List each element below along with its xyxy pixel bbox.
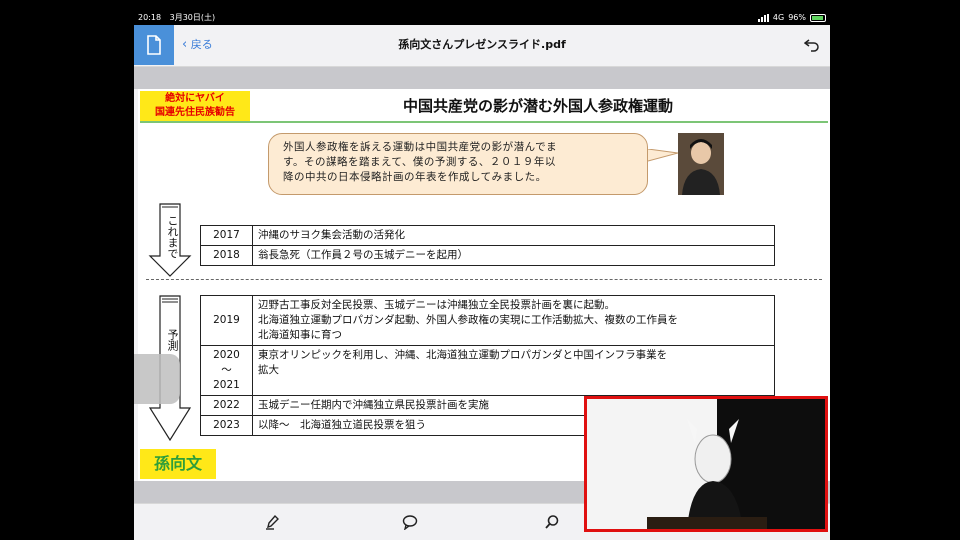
past-label: これまで — [166, 215, 179, 259]
back-button[interactable]: ‹ 戻る — [182, 25, 213, 65]
bubble-tail — [648, 149, 678, 162]
camera-overlay — [584, 396, 828, 532]
bubble-line-3: 降の中共の日本侵略計画の年表を作成してみました。 — [283, 171, 547, 183]
event-cell: 沖縄のサヨク集会活動の活発化 — [252, 225, 775, 246]
year-cell: 2019 — [200, 295, 253, 346]
badge-line-2: 国連先住民族勧告 — [155, 107, 235, 118]
past-timeline-table: 2017 沖縄のサヨク集会活動の活発化 2018 翁長急死（工作員２号の玉城デニ… — [200, 225, 775, 266]
bubble-line-2: す。その謀略を踏まえて、僕の予測する、２０１９年以 — [283, 156, 556, 168]
chevron-left-icon: ‹ — [182, 37, 188, 52]
table-row: 2019 辺野古工事反対全民投票、玉城デニーは沖縄独立全民投票計画を裏に起動。 … — [200, 295, 775, 346]
document-icon[interactable] — [134, 25, 174, 65]
battery-percent: 96% — [788, 13, 806, 22]
slide-title: 中国共産党の影が潜む外国人参政権運動 — [402, 97, 673, 115]
year-cell: 2017 — [200, 225, 253, 246]
forecast-label: 予測 — [166, 329, 179, 351]
status-bar: 20:18 3月30日(土) 4G 96% — [134, 11, 830, 25]
comment-icon[interactable] — [402, 514, 418, 534]
dotted-divider — [146, 279, 822, 280]
author-label: 孫向文 — [140, 449, 216, 479]
navigation-bar: ‹ 戻る 孫向文さんプレゼンスライド.pdf — [134, 25, 830, 67]
battery-icon — [810, 14, 826, 22]
table-row: 2018 翁長急死（工作員２号の玉城デニーを起用） — [200, 245, 775, 266]
title-divider — [140, 121, 828, 123]
year-line: 2020 — [213, 349, 240, 361]
event-line: 北海道独立運動プロパガンダ起動、外国人参政権の実現に工作活動拡大、複数の工作員を — [258, 314, 678, 326]
document-title: 孫向文さんプレゼンスライド.pdf — [398, 38, 566, 51]
back-label: 戻る — [190, 38, 213, 51]
network-label: 4G — [772, 13, 785, 22]
event-line: 東京オリンピックを利用し、沖縄、北海道独立運動プロパガンダと中国インフラ事業を — [258, 349, 668, 361]
search-icon[interactable] — [544, 514, 560, 534]
year-cell: 2020 ～ 2021 — [200, 345, 253, 396]
event-cell: 翁長急死（工作員２号の玉城デニーを起用） — [252, 245, 775, 266]
event-cell: 辺野古工事反対全民投票、玉城デニーは沖縄独立全民投票計画を裏に起動。 北海道独立… — [252, 295, 775, 346]
event-line: 北海道知事に育つ — [258, 329, 342, 341]
page-gutter-top — [134, 67, 830, 89]
presenter-video — [587, 399, 825, 529]
warning-badge: 絶対にヤバイ 国連先住民族勧告 — [140, 91, 250, 121]
bubble-line-1: 外国人参政権を訴える運動は中国共産党の影が潜んでま — [283, 141, 558, 153]
avatar — [678, 133, 724, 195]
event-line: 拡大 — [258, 364, 279, 376]
undo-icon[interactable] — [803, 37, 820, 56]
badge-line-1: 絶対にヤバイ — [165, 93, 225, 104]
year-line: ～ — [221, 364, 232, 376]
year-cell: 2018 — [200, 245, 253, 266]
speech-bubble: 外国人参政権を訴える運動は中国共産党の影が潜んでま す。その謀略を踏まえて、僕の… — [268, 133, 648, 195]
table-row: 2017 沖縄のサヨク集会活動の活発化 — [200, 225, 775, 246]
assistive-touch-button[interactable] — [134, 354, 180, 404]
event-cell: 東京オリンピックを利用し、沖縄、北海道独立運動プロパガンダと中国インフラ事業を … — [252, 345, 775, 396]
event-line: 辺野古工事反対全民投票、玉城デニーは沖縄独立全民投票計画を裏に起動。 — [258, 299, 615, 311]
status-date: 3月30日(土) — [169, 13, 216, 22]
pen-icon[interactable] — [264, 514, 280, 534]
year-cell: 2023 — [200, 415, 253, 436]
signal-icon — [757, 14, 769, 22]
status-time: 20:18 — [138, 13, 162, 22]
year-line: 2021 — [213, 379, 240, 391]
year-cell: 2022 — [200, 395, 253, 416]
table-row: 2020 ～ 2021 東京オリンピックを利用し、沖縄、北海道独立運動プロパガン… — [200, 345, 775, 396]
